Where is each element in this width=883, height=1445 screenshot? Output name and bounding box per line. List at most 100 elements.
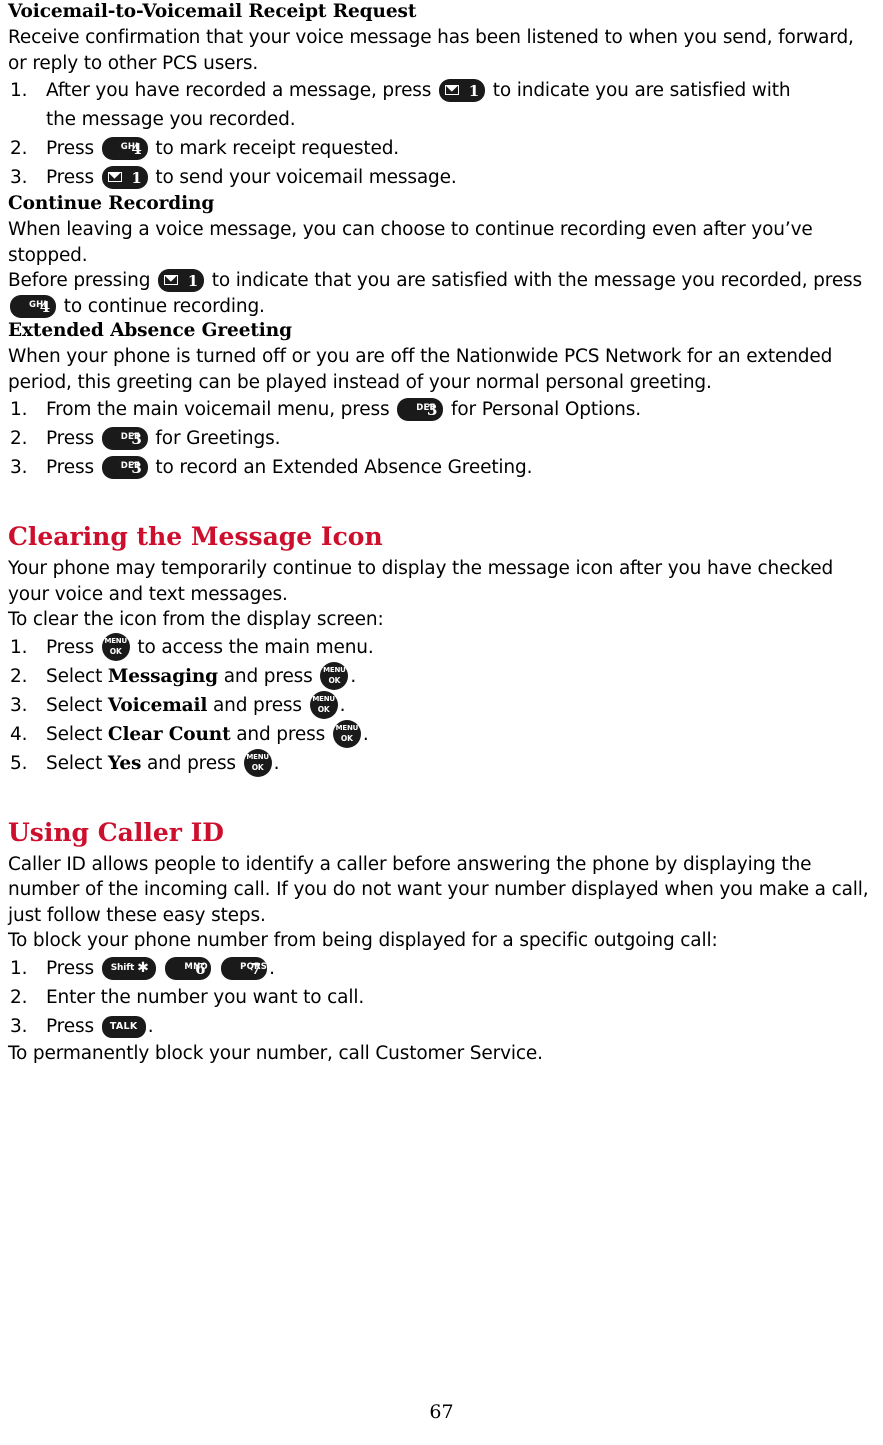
key-digit: 3	[426, 401, 438, 419]
step-number: 1.	[10, 80, 28, 101]
key-letters: Shift	[110, 962, 135, 973]
section-heading-continue-recording: Continue Recording	[8, 193, 215, 214]
key-menu-ok: MENU OK	[309, 690, 338, 719]
step-text: Select	[46, 723, 103, 745]
key-envelope-1: 1	[101, 166, 148, 189]
step-text: After you have recorded a message, press	[46, 80, 432, 101]
list-item: 1. From the main voicemail menu, press DE…	[8, 395, 875, 424]
key-digit: 7	[250, 959, 262, 978]
key-def-3: DEF 3	[397, 398, 444, 421]
key-menu-label: MENU	[312, 694, 335, 703]
section-heading-caller-id: Using Caller ID	[8, 817, 224, 847]
paragraph-part4: to continue recording.	[63, 295, 265, 317]
section-lead-caller-id: To block your phone number from being di…	[8, 930, 718, 951]
paragraph-part2: to indicate that you are satisfied with …	[211, 270, 808, 291]
menu-option-name: Clear Count	[107, 723, 231, 745]
menu-option-name: Voicemail	[107, 694, 208, 716]
key-ok-label: OK	[251, 762, 264, 772]
step-text: Press	[46, 428, 94, 449]
step-text-after: .	[350, 665, 357, 687]
step-list-clearing-icon: 1. Press MENU OK to access the main menu. …	[8, 632, 875, 778]
key-digit: 6	[195, 959, 206, 978]
envelope-icon	[164, 275, 179, 285]
key-digit: 1	[187, 272, 199, 290]
section-intro-vm-receipt: Receive confirmation that your voice mes…	[8, 27, 854, 74]
section-intro-continue-recording: When leaving a voice message, you can ch…	[8, 219, 813, 266]
paragraph-part1: Before pressing	[8, 270, 151, 291]
section-intro-extended-absence: When your phone is turned off or you are…	[8, 346, 833, 393]
step-list-vm-receipt: 1. After you have recorded a message, pre…	[8, 76, 875, 192]
key-menu-ok: MENU OK	[243, 748, 272, 777]
step-text: Select	[46, 752, 103, 774]
list-item: 5. Select Yes and press MENU OK.	[8, 748, 875, 778]
list-item: 3. Press 1 to send your voicemail message…	[8, 163, 875, 192]
menu-option-name: Yes	[107, 752, 142, 774]
step-number: 4.	[10, 723, 28, 745]
section-intro-caller-id: Caller ID allows people to identify a ca…	[8, 853, 869, 926]
menu-option-name: Messaging	[107, 665, 218, 687]
step-text-after: to mark receipt requested.	[155, 138, 400, 159]
key-digit: 3	[131, 459, 142, 477]
step-text: Enter the number you want to call.	[46, 986, 365, 1008]
step-text-mid: and press	[223, 665, 313, 687]
envelope-icon	[107, 172, 122, 182]
key-ok-label: OK	[328, 675, 341, 685]
list-item: 2. Select Messaging and press MENU OK.	[8, 661, 875, 691]
key-menu-label: MENU	[323, 665, 346, 674]
key-menu-label: MENU	[104, 636, 127, 645]
envelope-icon	[445, 85, 460, 95]
step-text-after: .	[273, 752, 280, 774]
list-item: 4. Select Clear Count and press MENU OK.	[8, 719, 875, 749]
key-talk: TALK	[101, 1015, 146, 1038]
step-text: Press	[46, 1015, 94, 1037]
key-digit: ✱	[137, 959, 149, 976]
list-item: 2. Enter the number you want to call.	[8, 983, 875, 1012]
step-text-after: to send your voicemail message.	[155, 167, 457, 188]
key-digit: 3	[131, 430, 142, 448]
key-shift-star: Shift ✱	[101, 956, 156, 980]
manual-page: Voicemail-to-Voicemail Receipt Request R…	[0, 0, 883, 1445]
step-text-mid: and press	[212, 694, 302, 716]
step-number: 2.	[10, 428, 28, 449]
step-number: 3.	[10, 167, 28, 188]
key-envelope-1: 1	[439, 79, 486, 102]
step-text: Select	[46, 665, 103, 687]
step-list-caller-id: 1. Press Shift ✱ MNO 6 PQRS 7. 2. Enter the n…	[8, 954, 875, 1041]
key-ok-label: OK	[340, 733, 353, 743]
step-text: Press	[46, 167, 94, 188]
list-item: 3. Press TALK.	[8, 1012, 875, 1041]
step-number: 5.	[10, 752, 28, 774]
step-text-mid: and press	[236, 723, 326, 745]
list-item: 1. Press MENU OK to access the main menu.	[8, 632, 875, 662]
list-item: 2. Press DEF 3 for Greetings.	[8, 424, 875, 453]
step-number: 1.	[10, 636, 28, 658]
step-text-after: .	[147, 1015, 154, 1037]
list-item: 3. Press DEF 3 to record an Extended Absen…	[8, 453, 875, 482]
key-mno-6: MNO 6	[165, 956, 212, 980]
step-text: Select	[46, 694, 103, 716]
step-text-after: to access the main menu.	[137, 636, 374, 658]
step-text-after: .	[269, 957, 275, 979]
key-ok-label: OK	[109, 646, 122, 656]
step-text: From the main voicemail menu, press	[46, 399, 390, 420]
list-item: 3. Select Voicemail and press MENU OK.	[8, 690, 875, 720]
section-lead-clearing-icon: To clear the icon from the display scree…	[8, 609, 384, 630]
step-number: 3.	[10, 457, 28, 478]
step-number: 1.	[10, 399, 28, 420]
step-text: Press	[46, 636, 94, 658]
step-number: 2.	[10, 986, 28, 1008]
step-text-after: to record an Extended Absence Greeting.	[155, 457, 533, 478]
step-number: 3.	[10, 1015, 28, 1037]
key-envelope-1: 1	[158, 269, 205, 292]
step-text-after: .	[362, 723, 369, 745]
key-ghi-4: GHI 4	[101, 137, 148, 160]
page-number: 67	[429, 1401, 454, 1423]
key-digit: 4	[39, 297, 50, 316]
key-digit: 1	[131, 169, 142, 187]
key-ok-label: OK	[317, 704, 330, 714]
key-letters: TALK	[109, 1020, 138, 1032]
key-digit: 1	[468, 82, 480, 100]
step-number: 3.	[10, 694, 28, 716]
